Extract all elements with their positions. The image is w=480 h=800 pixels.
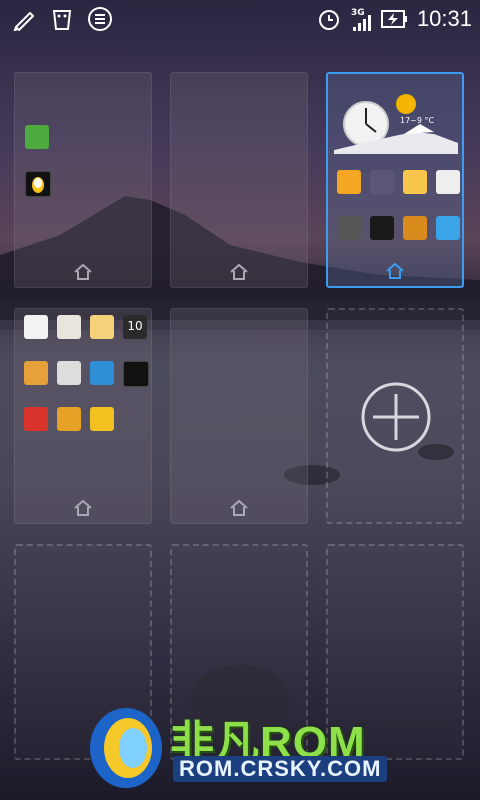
- screen-thumbnail-4[interactable]: 10: [14, 308, 152, 524]
- market-app-icon: [436, 216, 460, 240]
- home-icon[interactable]: [229, 263, 249, 281]
- weibo-app-icon: [90, 407, 114, 431]
- calendar-app-icon: 10: [123, 315, 147, 339]
- netease-app-icon: [24, 407, 48, 431]
- settings-app-icon: [337, 216, 361, 240]
- game-app-icon: [57, 407, 81, 431]
- screen-thumbnail-2[interactable]: [170, 72, 308, 288]
- watermark: 非凡ROM ROM.CRSKY.COM: [78, 700, 408, 794]
- calendar-day: 10: [127, 319, 143, 333]
- home-icon[interactable]: [73, 499, 93, 517]
- battery-charging-icon: [380, 5, 409, 33]
- game-app-icon: [370, 216, 394, 240]
- weather-temperature: 17~9 °C: [400, 116, 435, 125]
- music-app-icon: [403, 216, 427, 240]
- clock-app-icon: [436, 170, 460, 194]
- alarm-icon: [315, 5, 343, 33]
- notes-app-icon: [90, 315, 114, 339]
- home-icon-active[interactable]: [385, 262, 405, 280]
- screen-thumbnail-5[interactable]: [170, 308, 308, 524]
- screen-thumbnail-3[interactable]: 17~9 °C: [326, 72, 464, 288]
- screen-thumbnail-1[interactable]: [14, 72, 152, 288]
- home-icon[interactable]: [229, 499, 249, 517]
- weather-app-icon: [403, 170, 427, 194]
- signal-icon: 3G: [351, 5, 373, 33]
- contacts-app-icon: [337, 170, 361, 194]
- app-icon: [86, 5, 114, 33]
- qq-app-icon: [25, 171, 51, 197]
- camera-app-icon: [370, 170, 394, 194]
- usb-debug-icon: [10, 5, 38, 33]
- notification-icon: [48, 5, 76, 33]
- watermark-url: ROM.CRSKY.COM: [173, 756, 388, 782]
- qq-app-icon: [123, 361, 149, 387]
- add-screen-plus-icon[interactable]: [361, 382, 431, 452]
- twitter-app-icon: [90, 361, 114, 385]
- status-bar: 3G 10:31: [0, 0, 480, 38]
- app-icon: [25, 125, 49, 149]
- home-icon[interactable]: [73, 263, 93, 281]
- maps-app-icon: [24, 315, 48, 339]
- calculator-app-icon: [57, 361, 81, 385]
- watermark-logo: [90, 708, 162, 788]
- mail-app-icon: [57, 315, 81, 339]
- weather-clock-widget: [334, 94, 458, 154]
- clock: 10:31: [416, 6, 472, 31]
- file-manager-app-icon: [24, 361, 48, 385]
